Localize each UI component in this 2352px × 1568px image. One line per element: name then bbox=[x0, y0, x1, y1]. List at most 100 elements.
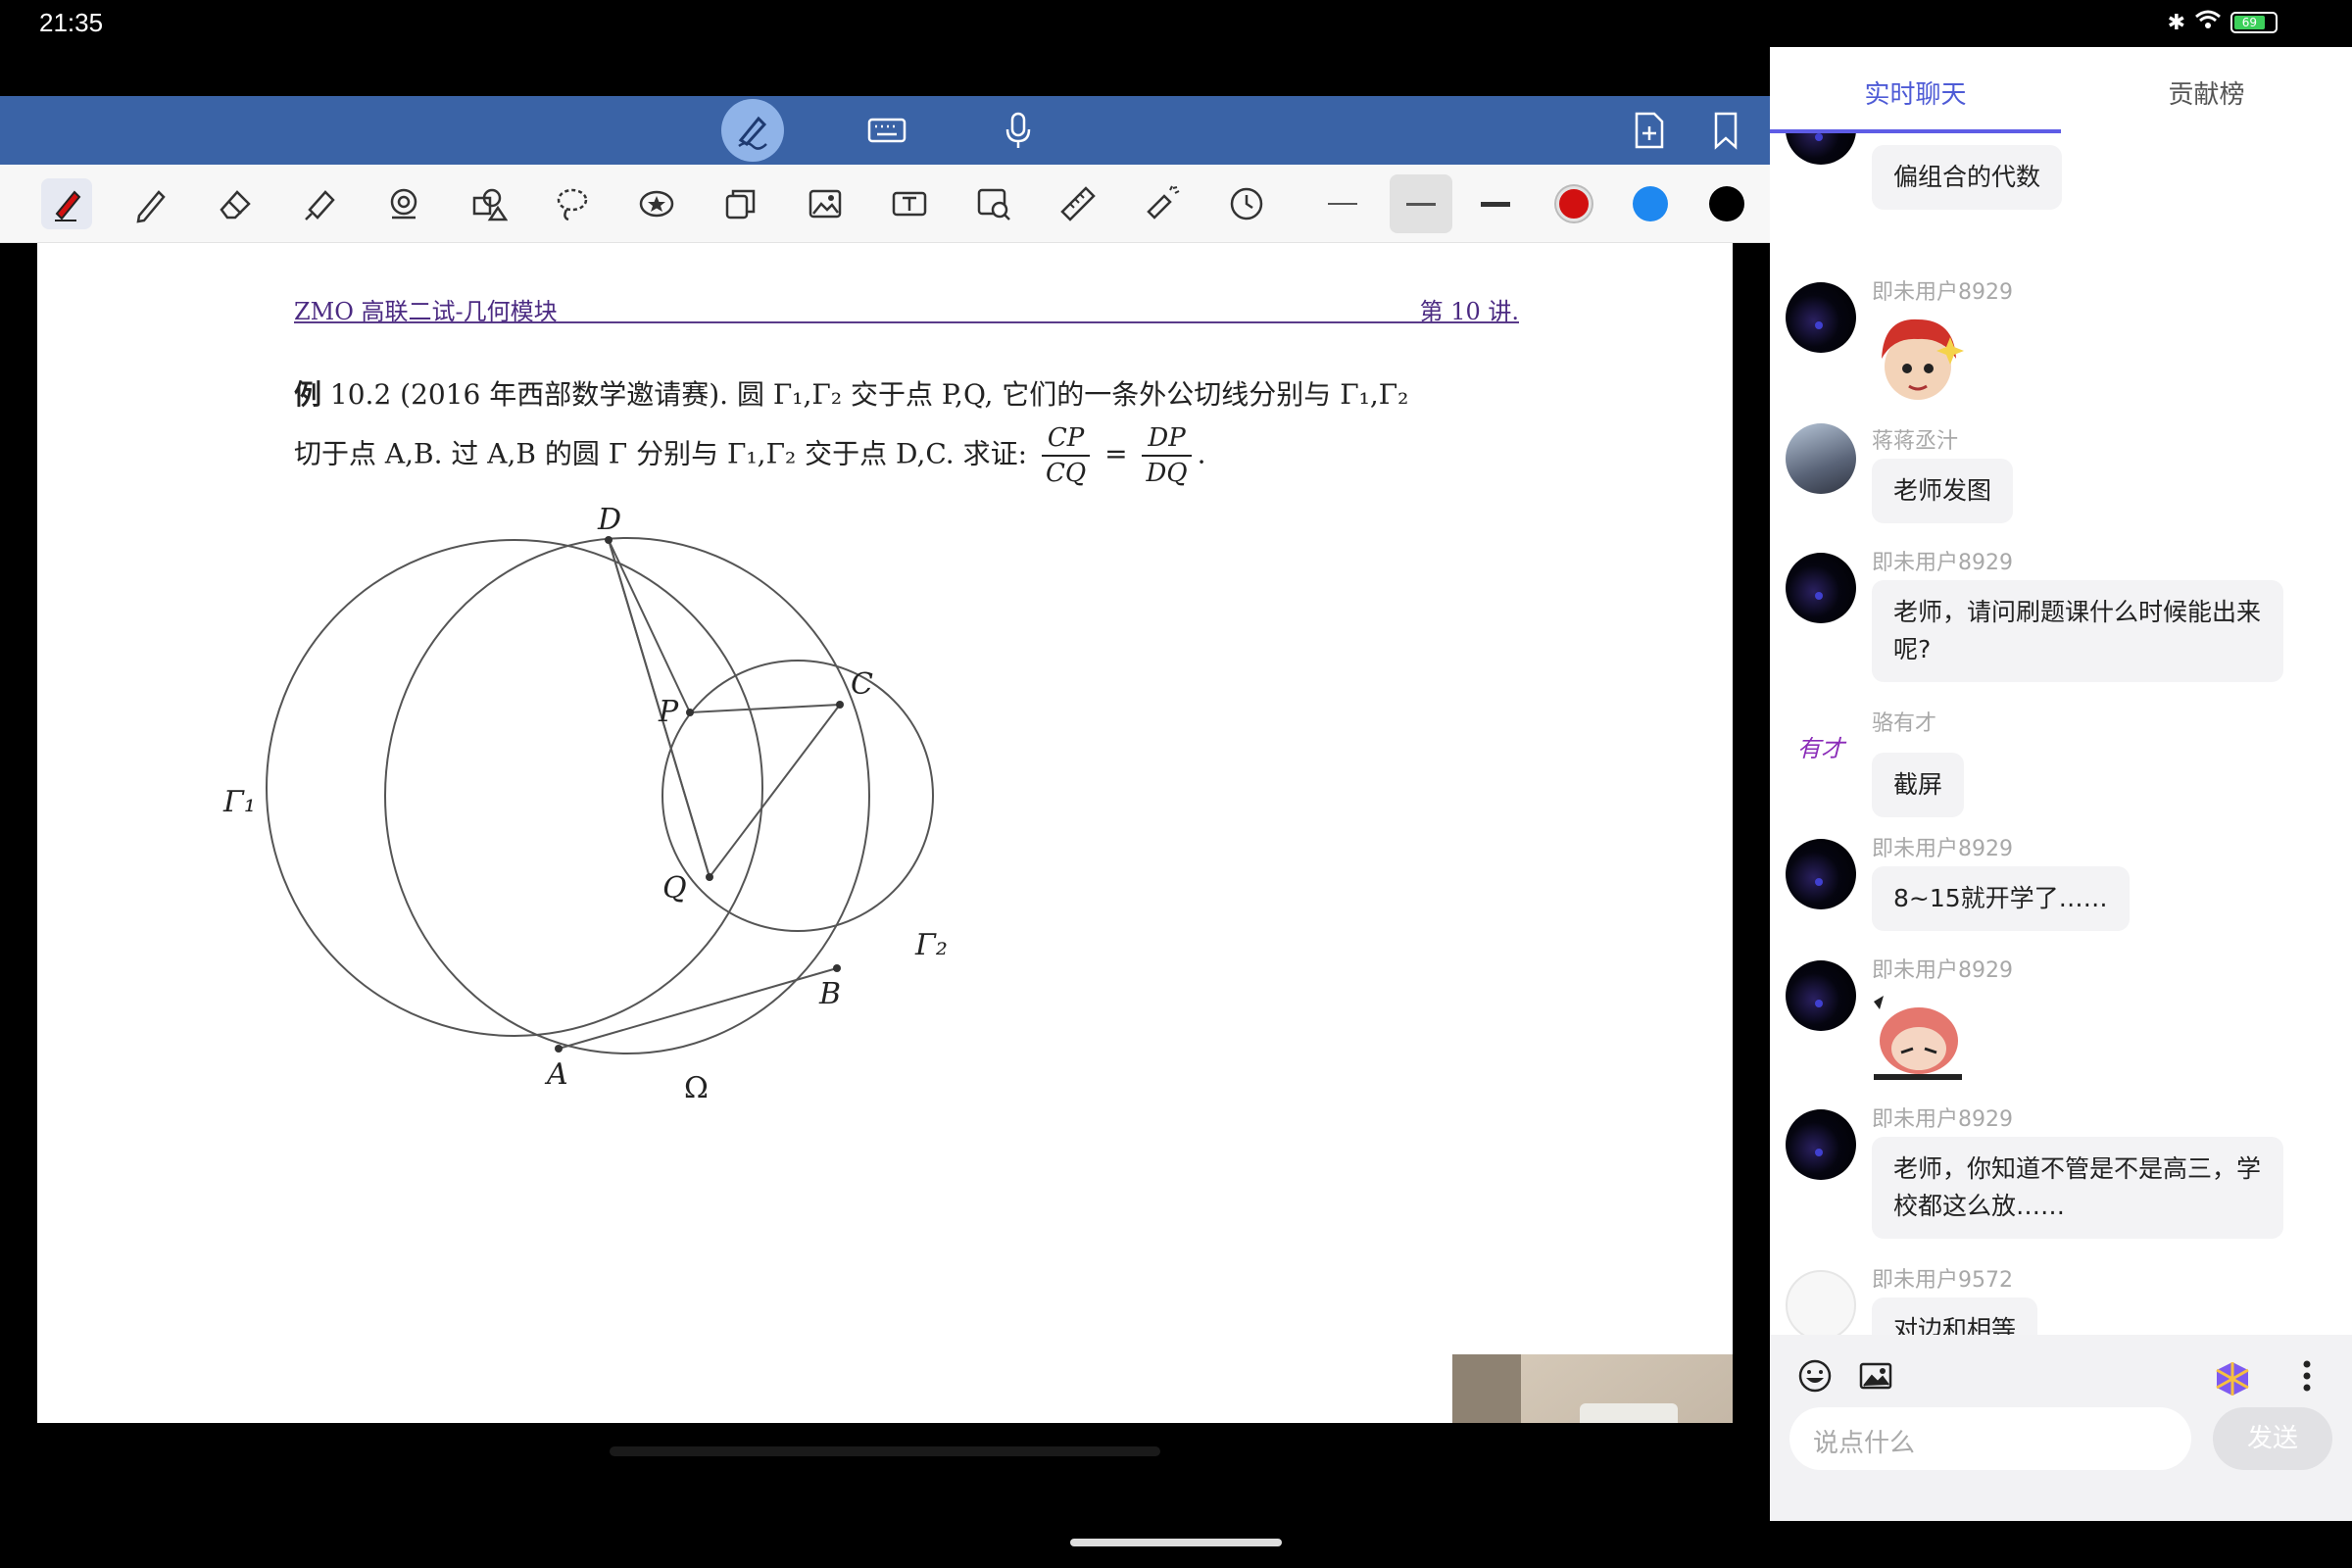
line-ab bbox=[558, 967, 838, 1050]
color-black-button[interactable] bbox=[1709, 186, 1744, 221]
document-header: ZMO 高联二试-几何模块 第 10 讲. bbox=[294, 292, 1519, 325]
label-gamma2: Γ₂ bbox=[914, 928, 948, 962]
stroke-thick-button[interactable] bbox=[1470, 178, 1521, 229]
chat-tabs: 实时聊天 贡献榜 bbox=[1770, 47, 2352, 133]
whiteboard-canvas[interactable]: ZMO 高联二试-几何模块 第 10 讲. 例 10.2 (2016 年西部数学… bbox=[37, 243, 1733, 1423]
tool-pen-active[interactable] bbox=[41, 178, 92, 229]
problem-line2: 切于点 A,B. 过 A,B 的圆 Γ 分别与 Γ₁,Γ₂ 交于点 D,C. 求… bbox=[294, 437, 1028, 470]
handwriting-mode-button[interactable] bbox=[721, 99, 784, 162]
timer-icon[interactable] bbox=[1221, 178, 1272, 229]
battery-icon: 69 bbox=[2230, 12, 2278, 33]
avatar bbox=[1786, 553, 1856, 623]
problem-line1: 10.2 (2016 年西部数学邀请赛). 圆 Γ₁,Γ₂ 交于点 P,Q, 它… bbox=[321, 378, 1409, 411]
geometry-icon[interactable] bbox=[463, 178, 514, 229]
text-box-icon[interactable] bbox=[884, 178, 935, 229]
more-options-icon[interactable] bbox=[2299, 1356, 2315, 1396]
horizontal-scrollbar[interactable] bbox=[610, 1446, 1160, 1456]
avatar bbox=[1786, 960, 1856, 1031]
sticker-image bbox=[1864, 308, 1972, 419]
avatar bbox=[1786, 839, 1856, 909]
label-p: P bbox=[658, 695, 679, 729]
label-q: Q bbox=[662, 871, 687, 906]
bluetooth-icon: ✱ bbox=[2167, 10, 2185, 35]
fraction-cp-cq: CP CQ bbox=[1041, 421, 1091, 490]
username: 骆有才 bbox=[1872, 711, 1937, 736]
layers-icon[interactable] bbox=[715, 178, 766, 229]
webcam-video[interactable] bbox=[1452, 1354, 1733, 1423]
circle-gamma1 bbox=[266, 539, 763, 1037]
avatar bbox=[1786, 133, 1856, 165]
message-bubble: 偏组合的代数 bbox=[1872, 145, 2063, 210]
username: 即未用户8929 bbox=[1872, 837, 2013, 861]
message-bubble: 截屏 bbox=[1872, 753, 1965, 817]
label-c: C bbox=[851, 667, 873, 702]
lasso-icon[interactable] bbox=[547, 178, 598, 229]
equals-sign: = bbox=[1104, 437, 1128, 470]
emoji-icon[interactable] bbox=[1795, 1356, 1835, 1396]
laser-pointer-icon[interactable] bbox=[1137, 178, 1188, 229]
chat-messages[interactable]: 偏组合的代数 即未用户8929 蒋蒋丞汁 老师发图 即未用户8929 老师，请问… bbox=[1770, 133, 2352, 1335]
label-d: D bbox=[597, 508, 621, 537]
tool-bar bbox=[0, 165, 1770, 243]
username: 即未用户8929 bbox=[1872, 551, 2013, 575]
message-bubble: 老师，请问刷题课什么时候能出来呢? bbox=[1872, 580, 2283, 682]
sticker-icon[interactable] bbox=[631, 178, 682, 229]
username: 即未用户8929 bbox=[1872, 280, 2013, 305]
highlighter-icon[interactable] bbox=[294, 178, 345, 229]
line-da bbox=[608, 539, 843, 880]
problem-label: 例 bbox=[294, 378, 322, 411]
label-gamma1: Γ₁ bbox=[222, 785, 256, 819]
status-bar: 21:35 ✱ 69 bbox=[0, 0, 2352, 47]
system-nav-bar[interactable] bbox=[1070, 1539, 1282, 1546]
avatar bbox=[1786, 282, 1856, 353]
avatar bbox=[1786, 423, 1856, 494]
shape-icon[interactable] bbox=[378, 178, 429, 229]
color-blue-button[interactable] bbox=[1633, 186, 1668, 221]
circle-omega bbox=[384, 537, 870, 1054]
username: 蒋蒋丞汁 bbox=[1872, 429, 1959, 454]
status-time: 21:35 bbox=[39, 8, 104, 37]
status-icons: ✱ 69 bbox=[2168, 10, 2278, 35]
bookmark-icon[interactable] bbox=[1701, 106, 1750, 155]
tab-live-chat[interactable]: 实时聊天 bbox=[1770, 74, 2061, 111]
image-icon[interactable] bbox=[800, 178, 851, 229]
message-bubble: 老师，你知道不管是不是高三，学校都这么放…… bbox=[1872, 1137, 2283, 1239]
geometry-diagram: D P C Q B A Γ₁ Γ₂ Ω bbox=[222, 508, 948, 1105]
eraser-icon[interactable] bbox=[210, 178, 261, 229]
add-page-icon[interactable] bbox=[1625, 106, 1674, 155]
stroke-thin-button[interactable] bbox=[1317, 178, 1368, 229]
gift-icon[interactable] bbox=[2209, 1352, 2256, 1399]
chat-input-area: 说点什么 发送 bbox=[1770, 1335, 2352, 1521]
problem-text: 例 10.2 (2016 年西部数学邀请赛). 圆 Γ₁,Γ₂ 交于点 P,Q,… bbox=[294, 378, 1409, 490]
chat-panel: 实时聊天 贡献榜 偏组合的代数 即未用户8929 蒋蒋丞汁 老师发图 即未用户8… bbox=[1770, 47, 2352, 1521]
avatar bbox=[1786, 1270, 1856, 1335]
stroke-medium-button[interactable] bbox=[1390, 174, 1452, 233]
header-right: 第 10 讲. bbox=[1419, 298, 1519, 325]
avatar: 有才 bbox=[1786, 713, 1856, 784]
label-b: B bbox=[818, 977, 841, 1011]
fraction-dp-dq: DP DQ bbox=[1142, 421, 1192, 490]
keyboard-icon[interactable] bbox=[862, 106, 911, 155]
circle-gamma2 bbox=[662, 660, 934, 932]
tab-contribution[interactable]: 贡献榜 bbox=[2061, 74, 2352, 111]
pencil-icon[interactable] bbox=[125, 178, 176, 229]
username: 即未用户9572 bbox=[1872, 1268, 2013, 1293]
label-omega: Ω bbox=[684, 1071, 709, 1105]
chat-input[interactable]: 说点什么 bbox=[1789, 1407, 2191, 1470]
ruler-icon[interactable] bbox=[1053, 178, 1103, 229]
whiteboard-app: ZMO 高联二试-几何模块 第 10 讲. 例 10.2 (2016 年西部数学… bbox=[0, 47, 1770, 1456]
image-upload-icon[interactable] bbox=[1856, 1356, 1895, 1396]
microphone-icon[interactable] bbox=[994, 106, 1043, 155]
message-bubble: 老师发图 bbox=[1872, 459, 2014, 523]
username: 即未用户8929 bbox=[1872, 958, 2013, 983]
header-left: ZMO 高联二试-几何模块 bbox=[294, 298, 558, 325]
color-red-button[interactable] bbox=[1556, 186, 1592, 221]
username: 即未用户8929 bbox=[1872, 1107, 2013, 1132]
wifi-icon bbox=[2195, 10, 2221, 35]
send-button[interactable]: 发送 bbox=[2213, 1407, 2332, 1470]
label-a: A bbox=[544, 1057, 568, 1092]
image-search-icon[interactable] bbox=[968, 178, 1019, 229]
message-bubble: 8~15就开学了…… bbox=[1872, 866, 2130, 931]
top-bar bbox=[0, 96, 1770, 165]
sticker-image bbox=[1864, 986, 1972, 1088]
